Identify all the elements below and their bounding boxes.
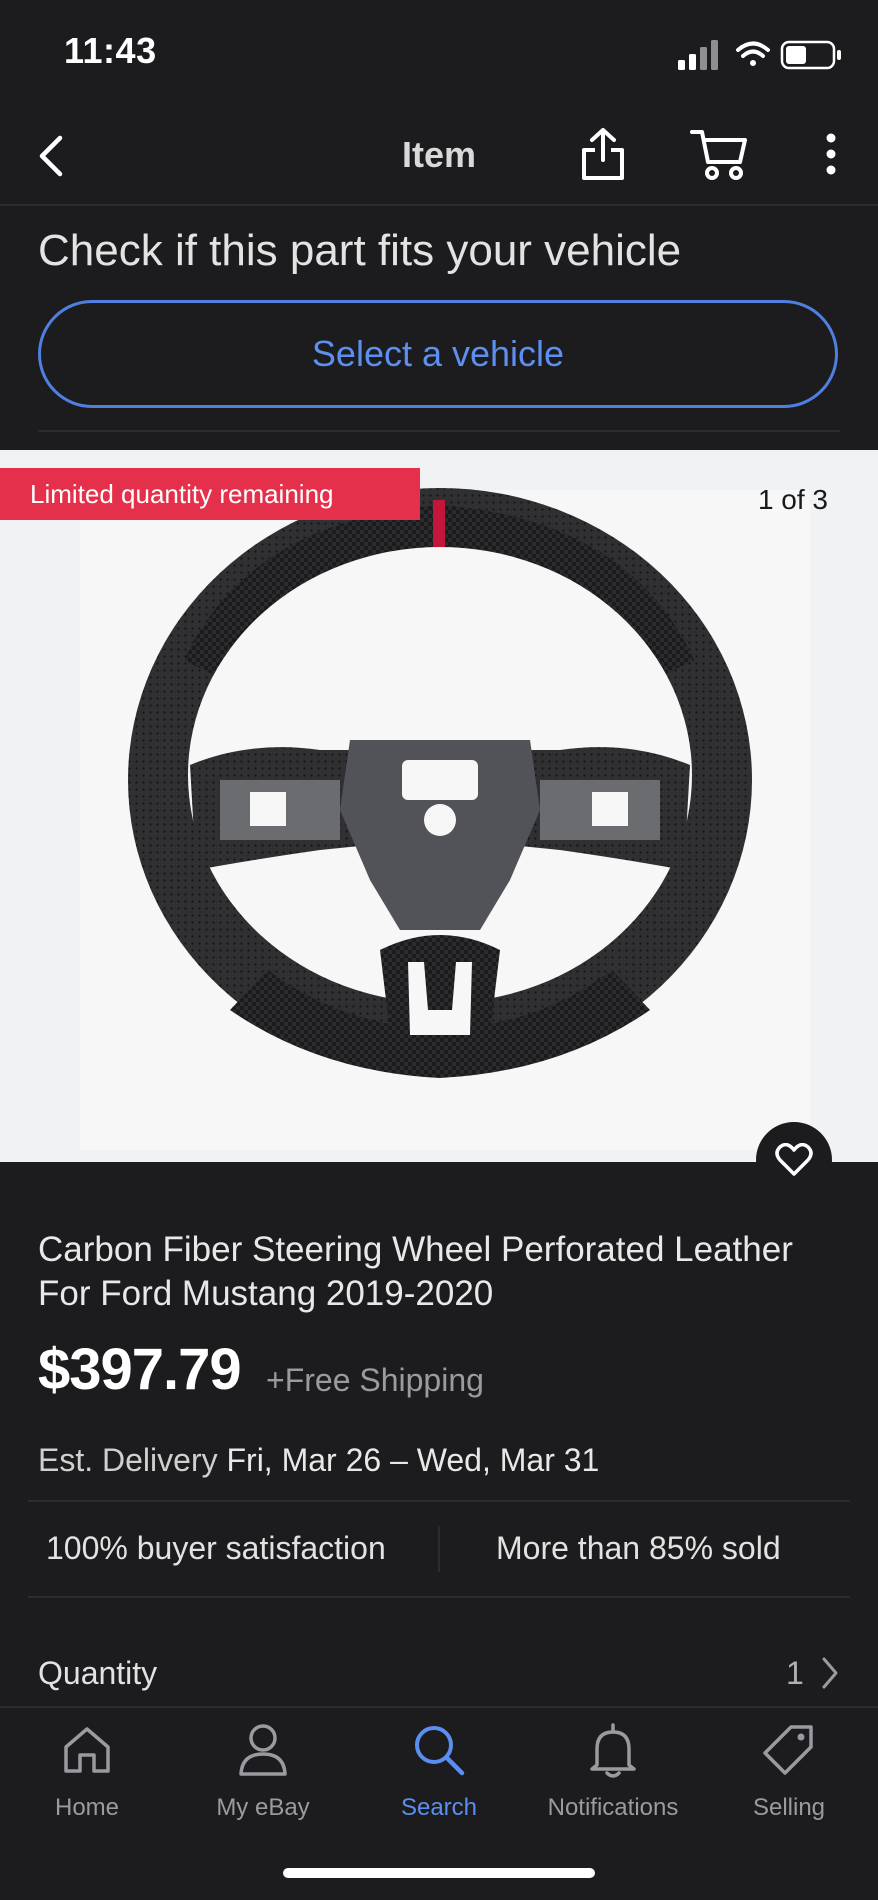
tab-home-label: Home (54, 1794, 120, 1821)
signal-icon (678, 40, 718, 70)
status-icons (678, 38, 848, 72)
search-icon (354, 1718, 524, 1782)
sold-stat: More than 85% sold (496, 1530, 781, 1566)
heart-icon (775, 1143, 813, 1176)
tab-selling[interactable]: Selling (704, 1718, 874, 1822)
tab-search-label: Search (400, 1794, 478, 1821)
product-image[interactable] (0, 450, 878, 1162)
item-title: Carbon Fiber Steering Wheel Perforated L… (38, 1230, 793, 1313)
tab-selling-label: Selling (752, 1794, 826, 1821)
shipping-info: +Free Shipping (266, 1362, 484, 1398)
stats-separator (438, 1526, 440, 1572)
delivery-date: Fri, Mar 26 – Wed, Mar 31 (226, 1442, 600, 1478)
chevron-right-icon[interactable] (820, 1656, 840, 1695)
delivery-label: Est. Delivery (38, 1442, 218, 1478)
tab-notifications-label: Notifications (547, 1794, 679, 1821)
tab-home[interactable]: Home (2, 1718, 172, 1822)
tab-search[interactable]: Search (354, 1718, 524, 1822)
share-icon (582, 128, 624, 180)
fitment-divider (38, 430, 840, 432)
bell-icon (528, 1718, 698, 1782)
image-counter: 1 of 3 (757, 484, 828, 515)
status-time: 11:43 (64, 30, 157, 71)
cart-button[interactable] (690, 126, 748, 187)
nav-divider (0, 204, 878, 206)
quantity-label: Quantity (38, 1655, 158, 1691)
select-vehicle-button[interactable]: Select a vehicle (38, 300, 838, 408)
share-button[interactable] (578, 126, 628, 187)
steering-wheel-image (0, 450, 878, 1162)
home-indicator (283, 1868, 595, 1878)
delivery-estimate: Est. Delivery Fri, Mar 26 – Wed, Mar 31 (38, 1442, 599, 1479)
buyer-satisfaction-stat: 100% buyer satisfaction (46, 1530, 386, 1566)
watch-button[interactable] (756, 1122, 832, 1198)
tab-my-ebay-label: My eBay (216, 1794, 310, 1821)
cart-icon (690, 130, 747, 180)
tag-icon (704, 1718, 874, 1782)
tab-notifications[interactable]: Notifications (528, 1718, 698, 1822)
limited-quantity-badge: Limited quantity remaining (0, 468, 420, 520)
item-price: $397.79 (38, 1337, 242, 1402)
details-divider (28, 1500, 850, 1502)
battery-icon (780, 40, 841, 70)
person-icon (178, 1718, 348, 1782)
stats-divider (28, 1596, 850, 1598)
home-icon (2, 1718, 172, 1782)
wifi-icon (736, 41, 770, 66)
fitment-heading: Check if this part fits your vehicle (38, 226, 682, 275)
more-vertical-icon (826, 133, 836, 175)
more-options-button[interactable] (820, 132, 842, 181)
quantity-value[interactable]: 1 (786, 1655, 804, 1692)
tab-my-ebay[interactable]: My eBay (178, 1718, 348, 1822)
